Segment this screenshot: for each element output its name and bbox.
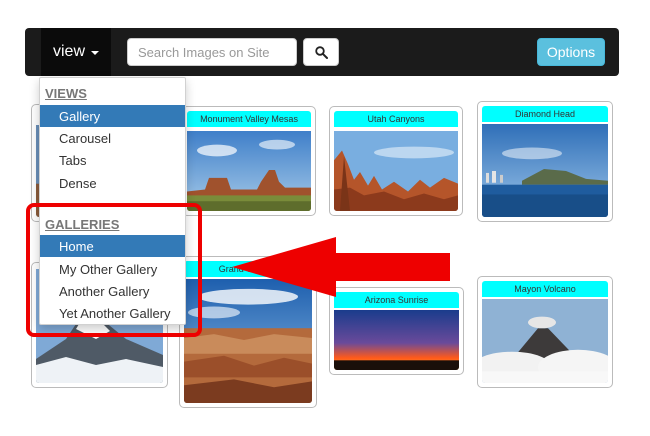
arrow-annotation	[232, 237, 450, 297]
